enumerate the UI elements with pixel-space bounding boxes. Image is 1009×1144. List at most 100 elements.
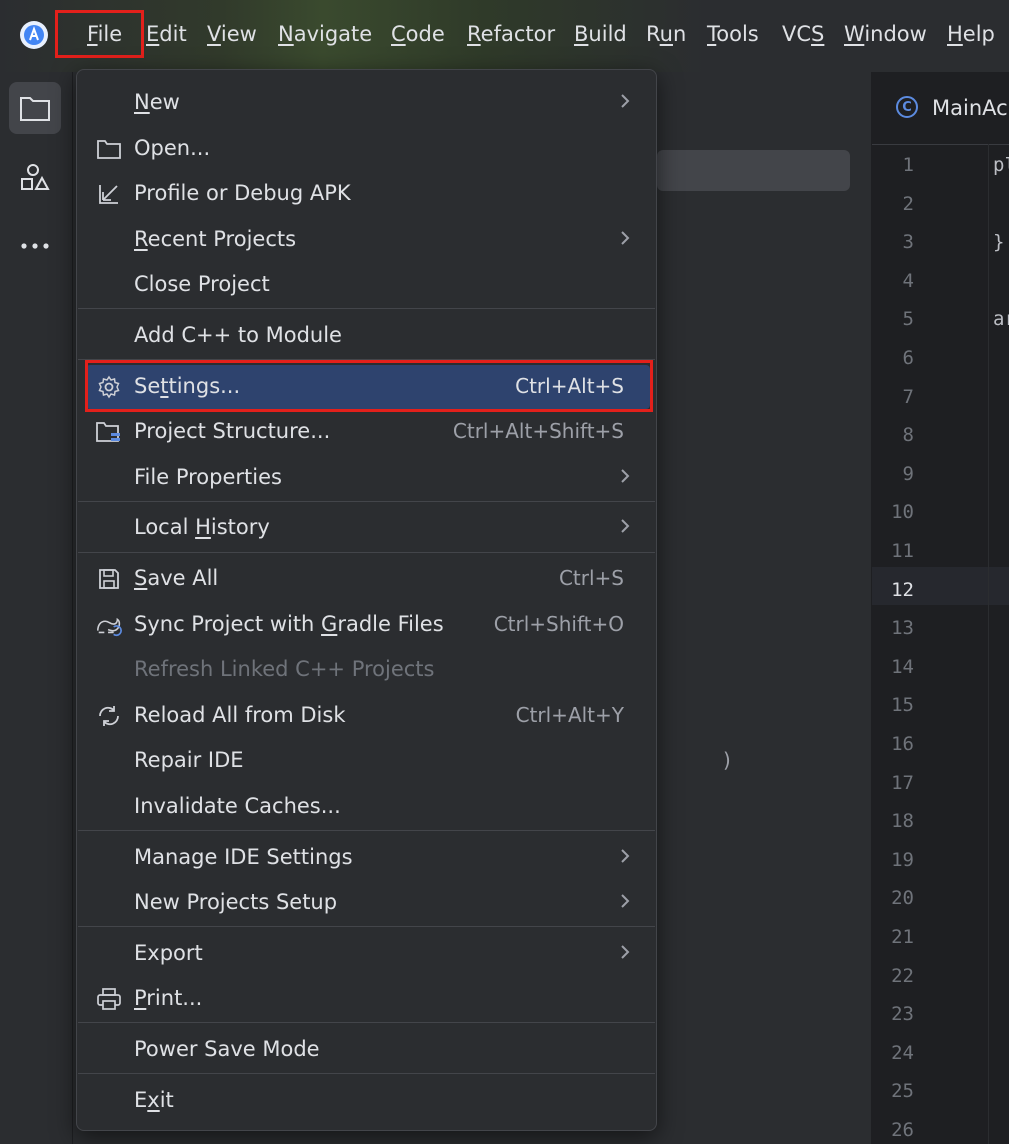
menu-item-exit[interactable]: Exit: [77, 1079, 656, 1123]
menu-item-label: Export: [134, 941, 203, 965]
line-number: 24: [891, 1041, 914, 1064]
file-menu-dropdown: New Open... Profile or Debug APK Recent …: [76, 69, 657, 1131]
menu-item-label: Close Project: [134, 272, 270, 296]
menu-item-profile-debug-apk[interactable]: Profile or Debug APK: [77, 172, 656, 216]
line-number: 3: [902, 231, 914, 254]
menu-item-invalidate-caches[interactable]: Invalidate Caches...: [77, 785, 656, 829]
menu-help[interactable]: Help: [947, 22, 995, 46]
submenu-arrow-icon: [621, 94, 630, 108]
line-number: 4: [902, 269, 914, 292]
save-icon: [95, 566, 123, 592]
menu-separator: [78, 501, 655, 502]
menu-item-save-all[interactable]: Save All Ctrl+S: [77, 557, 656, 601]
menu-code[interactable]: Code: [391, 22, 445, 46]
line-number: 15: [891, 694, 914, 717]
settings-highlight-box: [85, 360, 653, 412]
menu-item-refresh-linked-cpp: Refresh Linked C++ Projects: [77, 648, 656, 692]
line-number: 17: [891, 771, 914, 794]
menu-item-label: Project Structure...: [134, 419, 331, 443]
shapes-icon: [21, 164, 50, 190]
line-number: 18: [891, 810, 914, 833]
menu-item-label: Add C++ to Module: [134, 323, 342, 347]
line-number: 10: [891, 501, 914, 524]
menu-item-print[interactable]: Print...: [77, 977, 656, 1021]
menu-vcs[interactable]: VCS: [782, 22, 824, 46]
menu-separator: [78, 1073, 655, 1074]
submenu-arrow-icon: [621, 894, 630, 908]
android-studio-logo-icon[interactable]: [20, 21, 48, 49]
menu-item-file-properties[interactable]: File Properties: [77, 456, 656, 500]
line-number: 21: [891, 926, 914, 948]
folder-icon: [20, 97, 50, 121]
editor-tab-title[interactable]: MainAc: [932, 96, 1008, 120]
menu-item-manage-ide-settings[interactable]: Manage IDE Settings: [77, 836, 656, 880]
gutter-separator: [988, 144, 989, 1144]
project-tree-selected-row[interactable]: [657, 150, 850, 191]
shortcut-label: Ctrl+Alt+Shift+S: [452, 419, 624, 443]
line-number: 14: [891, 655, 914, 678]
more-tool-windows-button[interactable]: [9, 220, 61, 272]
import-arrow-icon: [95, 181, 123, 207]
menu-item-open[interactable]: Open...: [77, 127, 656, 171]
menu-item-power-save-mode[interactable]: Power Save Mode: [77, 1028, 656, 1072]
editor-tab-bar: C MainAc: [872, 72, 1009, 145]
code-line-3[interactable]: }: [993, 231, 1004, 253]
menu-separator: [78, 308, 655, 309]
menu-item-repair-ide[interactable]: Repair IDE: [77, 739, 656, 783]
line-number: 6: [902, 347, 914, 369]
line-number: 5: [902, 308, 914, 331]
menu-item-close-project[interactable]: Close Project: [77, 263, 656, 307]
menu-item-label: Reload All from Disk: [134, 703, 346, 727]
resource-manager-button[interactable]: [9, 152, 61, 204]
tool-window-strip: [0, 72, 73, 1144]
menu-item-label: Local History: [134, 515, 270, 539]
menu-item-new-projects-setup[interactable]: New Projects Setup: [77, 881, 656, 925]
gradle-sync-icon: [95, 612, 123, 638]
menu-view[interactable]: View: [207, 22, 257, 46]
submenu-arrow-icon: [621, 469, 630, 483]
project-tree-text: ): [723, 748, 731, 772]
line-number: 1: [902, 154, 914, 176]
menu-item-new[interactable]: New: [77, 81, 656, 125]
submenu-arrow-icon: [621, 519, 630, 533]
menu-item-label: Invalidate Caches...: [134, 794, 341, 818]
project-tool-button[interactable]: [9, 82, 61, 134]
line-number: 25: [891, 1080, 914, 1103]
menu-run[interactable]: Run: [646, 22, 686, 46]
menu-refactor[interactable]: Refactor: [467, 22, 555, 46]
menu-item-project-structure[interactable]: Project Structure... Ctrl+Alt+Shift+S: [77, 410, 656, 454]
menu-item-export[interactable]: Export: [77, 932, 656, 976]
menu-window[interactable]: Window: [844, 22, 927, 46]
line-number: 2: [902, 192, 914, 215]
reload-icon: [95, 703, 123, 729]
menu-item-label: Sync Project with Gradle Files: [134, 612, 444, 636]
file-menu-highlight-box: [55, 10, 144, 58]
menu-item-sync-gradle[interactable]: Sync Project with Gradle Files Ctrl+Shif…: [77, 603, 656, 647]
printer-icon: [95, 986, 123, 1012]
line-number: 26: [891, 1119, 914, 1141]
code-editor: C MainAc 1 2 3 4 5 6 7 8 9 10 11 12 13 14 15 16 17 18 19 20…: [872, 72, 1009, 1144]
menu-item-recent-projects[interactable]: Recent Projects: [77, 218, 656, 262]
menu-item-add-cpp-to-module[interactable]: Add C++ to Module: [77, 314, 656, 358]
line-number: 11: [891, 540, 914, 562]
project-structure-icon: [95, 419, 123, 445]
main-menu-bar: File Edit View Navigate Code Refactor Bu…: [0, 0, 1009, 73]
menu-item-label: New Projects Setup: [134, 890, 338, 914]
menu-item-local-history[interactable]: Local History: [77, 506, 656, 550]
menu-navigate[interactable]: Navigate: [278, 22, 372, 46]
submenu-arrow-icon: [621, 849, 630, 863]
line-number: 20: [891, 887, 914, 910]
submenu-arrow-icon: [621, 231, 630, 245]
line-number: 19: [891, 848, 914, 871]
menu-item-reload-from-disk[interactable]: Reload All from Disk Ctrl+Alt+Y: [77, 694, 656, 738]
code-line-1[interactable]: pl: [993, 154, 1009, 176]
menu-item-label: Refresh Linked C++ Projects: [134, 657, 435, 681]
menu-edit[interactable]: Edit: [146, 22, 187, 46]
menu-tools[interactable]: Tools: [707, 22, 759, 46]
menu-item-label: Repair IDE: [134, 748, 244, 772]
menu-separator: [78, 926, 655, 927]
code-line-5[interactable]: ar: [993, 308, 1009, 330]
menu-build[interactable]: Build: [574, 22, 627, 46]
line-number-gutter: 1 2 3 4 5 6 7 8 9 10 11 12 13 14 15 16 17 18 19 20 21 22 23 24 2…: [872, 144, 990, 1144]
menu-separator: [78, 552, 655, 553]
